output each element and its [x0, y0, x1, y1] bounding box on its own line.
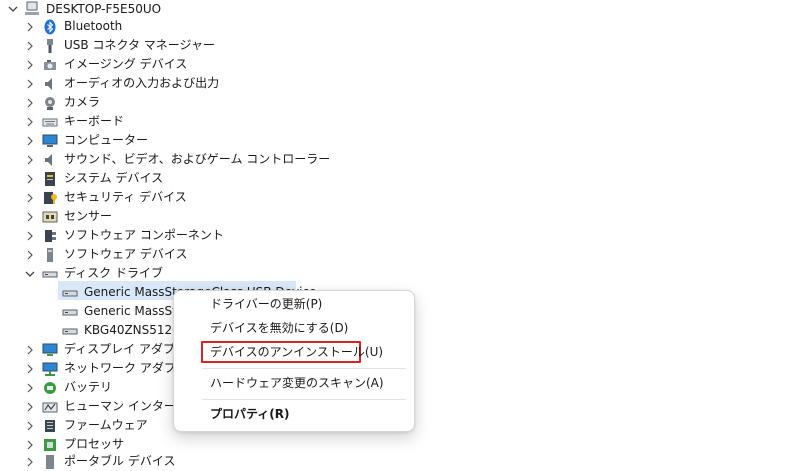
menu-item-properties[interactable]: プロパティ(R)	[210, 405, 290, 423]
monitor-icon	[42, 133, 58, 149]
chevron-right-icon[interactable]	[25, 402, 35, 412]
computer-icon	[24, 1, 40, 17]
chevron-right-icon[interactable]	[25, 155, 35, 165]
chevron-right-icon[interactable]	[25, 345, 35, 355]
menu-item-uninstall-device[interactable]: デバイスのアンインストール(U)	[210, 343, 383, 361]
processor-icon	[42, 437, 58, 453]
menu-item-disable-device[interactable]: デバイスを無効にする(D)	[210, 319, 348, 337]
device-icon	[42, 247, 58, 263]
display-icon	[42, 342, 58, 358]
chevron-right-icon[interactable]	[25, 421, 35, 431]
tree-item-disk-kbg[interactable]: KBG40ZNS512G	[84, 321, 181, 340]
chevron-down-icon[interactable]	[8, 4, 18, 14]
chevron-right-icon[interactable]	[25, 117, 35, 127]
chevron-right-icon[interactable]	[25, 457, 35, 467]
chevron-right-icon[interactable]	[25, 22, 35, 32]
system-icon	[42, 171, 58, 187]
camera-icon	[42, 57, 58, 73]
chevron-right-icon[interactable]	[25, 231, 35, 241]
tree-item-disk-generic-2[interactable]: Generic MassSto	[84, 302, 184, 321]
disk-icon	[62, 285, 78, 301]
hid-icon	[42, 399, 58, 415]
webcam-icon	[42, 95, 58, 111]
security-icon	[42, 190, 58, 206]
portable-icon	[42, 454, 58, 470]
tree-item-battery[interactable]: バッテリ	[64, 378, 112, 397]
network-icon	[42, 361, 58, 377]
disk-icon	[62, 323, 78, 339]
tree-item-security[interactable]: セキュリティ デバイス	[64, 188, 187, 207]
tree-item-camera[interactable]: カメラ	[64, 93, 100, 112]
bluetooth-icon	[42, 19, 58, 35]
disk-icon	[62, 304, 78, 320]
chevron-right-icon[interactable]	[25, 193, 35, 203]
keyboard-icon	[42, 114, 58, 130]
chevron-right-icon[interactable]	[25, 98, 35, 108]
tree-item-usb[interactable]: USB コネクタ マネージャー	[64, 36, 215, 55]
tree-item-imaging[interactable]: イメージング デバイス	[64, 55, 187, 74]
context-menu: ドライバーの更新(P) デバイスを無効にする(D) デバイスのアンインストール(…	[173, 290, 415, 432]
firmware-icon	[42, 418, 58, 434]
tree-item-computer[interactable]: コンピューター	[64, 131, 148, 150]
disk-icon	[42, 266, 58, 282]
component-icon	[42, 228, 58, 244]
chevron-right-icon[interactable]	[25, 60, 35, 70]
chevron-right-icon[interactable]	[25, 364, 35, 374]
chevron-right-icon[interactable]	[25, 79, 35, 89]
speaker-icon	[42, 76, 58, 92]
menu-item-scan-hardware[interactable]: ハードウェア変更のスキャン(A)	[210, 374, 384, 392]
tree-item-audio[interactable]: オーディオの入力および出力	[64, 74, 219, 93]
tree-item-software-component[interactable]: ソフトウェア コンポーネント	[64, 226, 224, 245]
sensor-icon	[42, 209, 58, 225]
tree-item-sensor[interactable]: センサー	[64, 207, 112, 226]
menu-separator	[202, 399, 406, 400]
tree-item-sound-video[interactable]: サウンド、ビデオ、およびゲーム コントローラー	[64, 150, 330, 169]
speaker-icon	[42, 152, 58, 168]
tree-item-bluetooth[interactable]: Bluetooth	[64, 17, 122, 36]
chevron-down-icon[interactable]	[25, 269, 35, 279]
tree-item-firmware[interactable]: ファームウェア	[64, 416, 148, 435]
usb-icon	[42, 38, 58, 54]
chevron-right-icon[interactable]	[25, 174, 35, 184]
chevron-right-icon[interactable]	[25, 41, 35, 51]
menu-item-update-driver[interactable]: ドライバーの更新(P)	[210, 295, 322, 313]
tree-item-system[interactable]: システム デバイス	[64, 169, 163, 188]
chevron-right-icon[interactable]	[25, 383, 35, 393]
tree-item-keyboard[interactable]: キーボード	[64, 112, 124, 131]
chevron-right-icon[interactable]	[25, 440, 35, 450]
battery-icon	[42, 380, 58, 396]
chevron-right-icon[interactable]	[25, 250, 35, 260]
tree-item-software-device[interactable]: ソフトウェア デバイス	[64, 245, 187, 264]
chevron-right-icon[interactable]	[25, 212, 35, 222]
chevron-right-icon[interactable]	[25, 136, 35, 146]
tree-item-portable[interactable]: ポータブル デバイス	[64, 452, 175, 471]
menu-separator	[202, 368, 406, 369]
